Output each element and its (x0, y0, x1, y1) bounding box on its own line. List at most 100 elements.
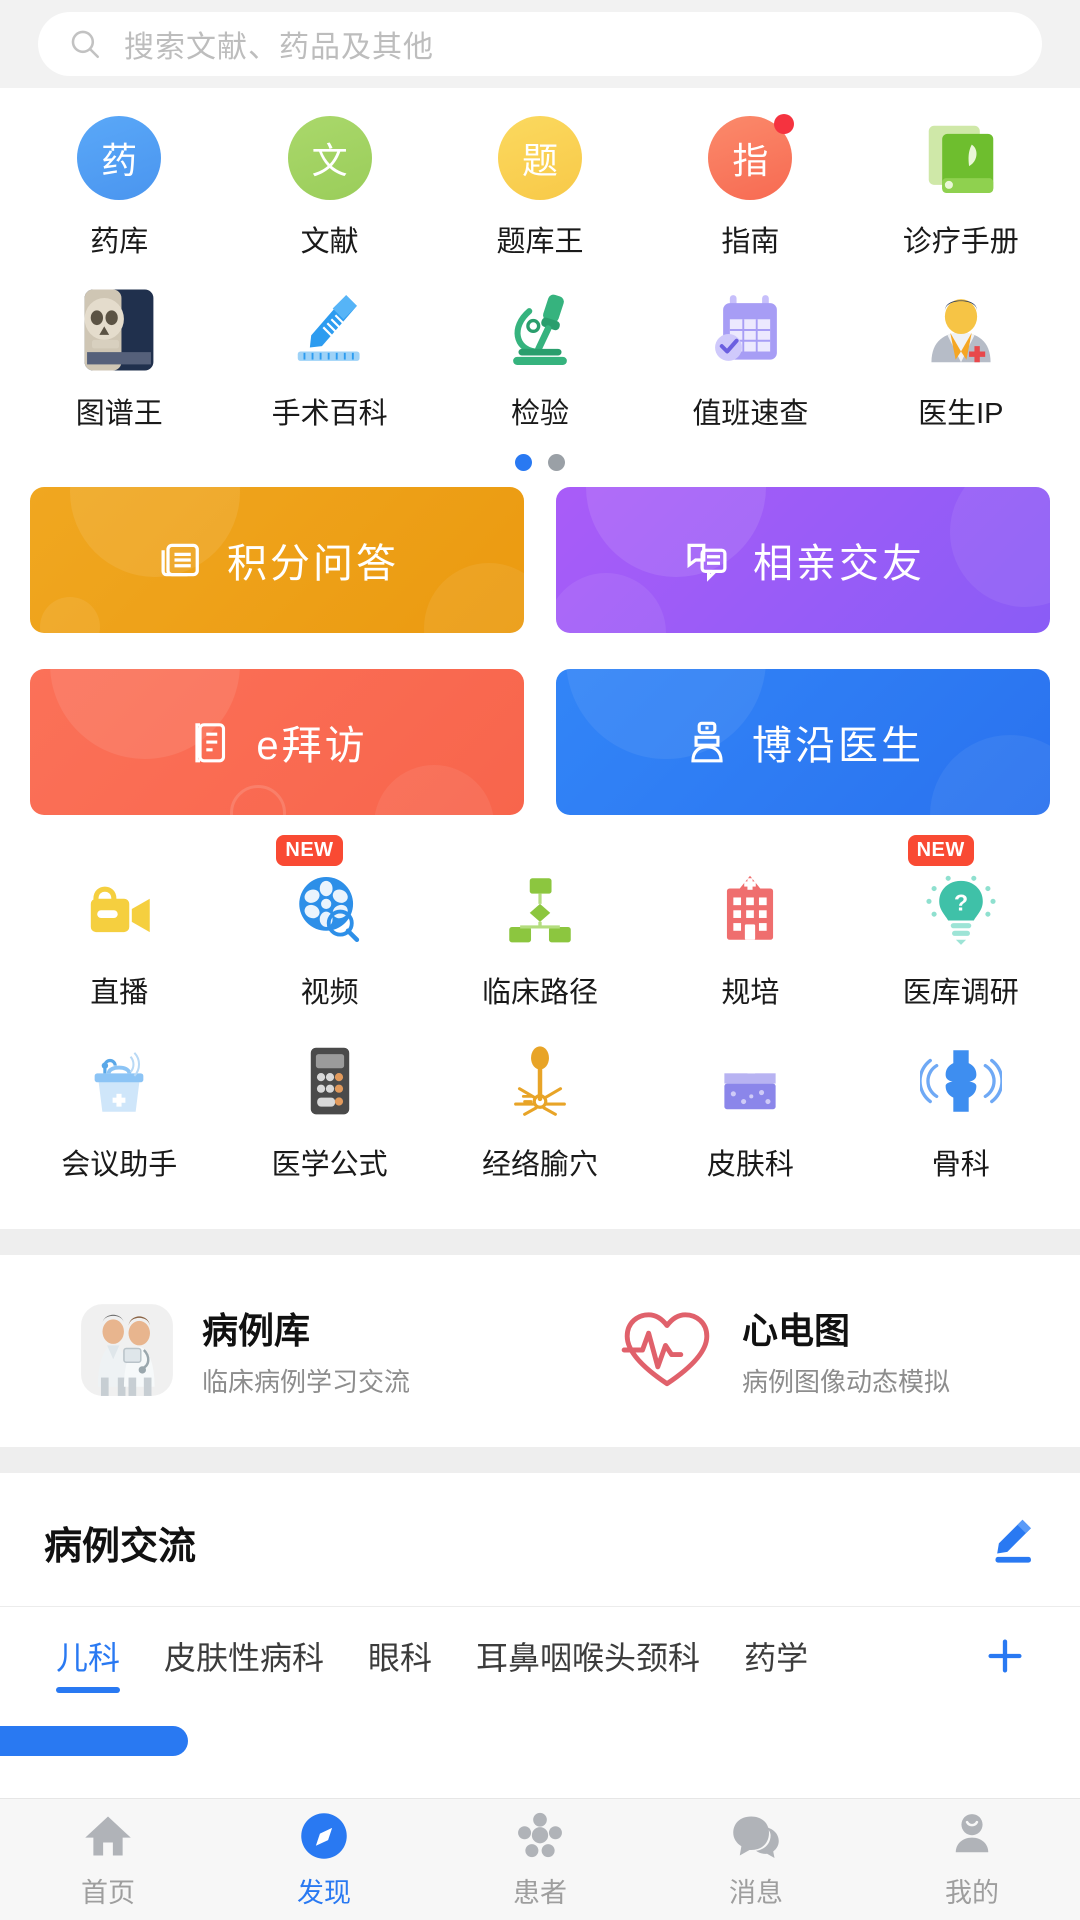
feature-case-library[interactable]: 病例库 临床病例学习交流 (0, 1301, 540, 1399)
nav-item-label: 患者 (513, 1878, 567, 1908)
quick-item-manual[interactable]: 诊疗手册 (856, 88, 1066, 260)
section-divider-1 (0, 1229, 1080, 1255)
department-tabs: 儿科 皮肤性病科 眼科 耳鼻咽喉头颈科 药学 (0, 1606, 1080, 1693)
evisit-icon (186, 717, 236, 767)
literature-circle-icon: 文 (284, 112, 376, 204)
tool-item-orthopedics[interactable]: 骨科 (856, 1011, 1066, 1183)
tool-item-formula[interactable]: 医学公式 (224, 1011, 434, 1183)
quick-grid-row-2: 图谱王 手术百科 检验 值班速查 医生IP (0, 260, 1080, 432)
icon-glyph: 文 (311, 140, 348, 181)
grid-bottom-gap (0, 1183, 1080, 1229)
quick-item-label: 题库王 (496, 226, 584, 258)
skin-layer-icon (704, 1035, 796, 1127)
quick-item-drug-library[interactable]: 药 药库 (14, 88, 224, 260)
tool-item-live[interactable]: 直播 (14, 839, 224, 1011)
banner-grid: 积分问答 相亲交友 e拜访 博沿医生 (0, 487, 1080, 815)
quick-item-label: 值班速查 (692, 398, 809, 430)
nav-item-discover[interactable]: 发现 (216, 1809, 432, 1910)
quick-item-doctor-ip[interactable]: 医生IP (856, 260, 1066, 432)
tool-item-meeting-assistant[interactable]: 会议助手 (14, 1011, 224, 1183)
feature-subtitle: 临床病例学习交流 (202, 1366, 411, 1397)
points-qa-icon (155, 534, 207, 586)
search-input[interactable]: 搜索文献、药品及其他 (38, 12, 1042, 76)
banner-evisit[interactable]: e拜访 (30, 669, 524, 815)
quick-item-duty-lookup[interactable]: 值班速查 (645, 260, 855, 432)
quick-item-label: 医生IP (918, 398, 1004, 430)
tool-item-label: 骨科 (931, 1149, 990, 1181)
banner-points-qa[interactable]: 积分问答 (30, 487, 524, 633)
banner-boyan-doctor[interactable]: 博沿医生 (556, 669, 1050, 815)
quick-item-literature[interactable]: 文 文献 (224, 88, 434, 260)
boyan-doctor-icon (682, 717, 732, 767)
bottom-navigation: 首页 发现 患者 消息 我的 (0, 1798, 1080, 1920)
acupuncture-icon (494, 1035, 586, 1127)
tab-pediatrics[interactable]: 儿科 (34, 1633, 142, 1693)
nav-item-home[interactable]: 首页 (0, 1809, 216, 1910)
duty-calendar-icon (704, 284, 796, 376)
home-icon (82, 1809, 134, 1863)
search-placeholder: 搜索文献、药品及其他 (124, 31, 434, 64)
tab-ophthalmology[interactable]: 眼科 (346, 1633, 454, 1679)
tools-grid-row-1: 直播 NEW 视频 临床路径 规培 ? NEW 医库调研 (0, 815, 1080, 1011)
compass-icon (298, 1809, 350, 1863)
quick-item-label: 药库 (90, 226, 149, 258)
tab-label: 眼科 (368, 1640, 433, 1676)
svg-text:?: ? (954, 889, 968, 915)
quick-item-guideline[interactable]: 指 指南 (645, 88, 855, 260)
doctor-portrait-icon (915, 284, 1007, 376)
quick-item-surgery[interactable]: 手术百科 (224, 260, 434, 432)
banner-matchmaking[interactable]: 相亲交友 (556, 487, 1050, 633)
pencil-edit-icon[interactable] (982, 1513, 1036, 1572)
app-screen: 搜索文献、药品及其他 药 药库 文 文献 题 题库王 指 指南 诊疗手册 图谱王… (0, 0, 1080, 1920)
banner-label: 博沿医生 (752, 724, 924, 768)
notification-dot-badge (774, 114, 795, 134)
feature-ecg[interactable]: 心电图 病例图像动态模拟 (540, 1301, 1080, 1399)
tool-item-training[interactable]: 规培 (645, 839, 855, 1011)
live-camera-icon (73, 863, 165, 955)
icon-glyph: 药 (101, 140, 138, 181)
tool-item-label: 皮肤科 (706, 1149, 794, 1181)
bone-joint-icon (915, 1035, 1007, 1127)
case-exchange-header: 病例交流 (0, 1473, 1080, 1606)
microscope-icon (494, 284, 586, 376)
tools-grid-row-2: 会议助手 医学公式 经络腧穴 皮肤科 骨科 (0, 1011, 1080, 1183)
tool-item-survey[interactable]: ? NEW 医库调研 (856, 835, 1066, 1011)
tool-item-label: 临床路径 (481, 977, 598, 1009)
quick-item-lab-test[interactable]: 检验 (435, 260, 645, 432)
carousel-dot-1[interactable] (515, 454, 532, 471)
tool-item-meridian[interactable]: 经络腧穴 (435, 1011, 645, 1183)
tab-ent-head-neck[interactable]: 耳鼻咽喉头颈科 (454, 1633, 722, 1679)
tab-dermatology-std[interactable]: 皮肤性病科 (142, 1633, 346, 1679)
nav-item-label: 消息 (729, 1878, 783, 1908)
quick-item-label: 图谱王 (75, 398, 163, 430)
carousel-indicator[interactable] (0, 432, 1080, 487)
feature-text: 心电图 病例图像动态模拟 (742, 1302, 950, 1399)
tool-item-dermatology[interactable]: 皮肤科 (645, 1011, 855, 1183)
nav-item-label: 首页 (81, 1878, 135, 1908)
tab-label: 耳鼻咽喉头颈科 (476, 1640, 701, 1676)
quick-item-label: 诊疗手册 (902, 226, 1019, 258)
green-book-icon (915, 112, 1007, 204)
tool-item-video[interactable]: NEW 视频 (224, 835, 434, 1011)
nav-item-profile[interactable]: 我的 (864, 1809, 1080, 1910)
new-badge: NEW (276, 835, 343, 866)
tab-pharmacy[interactable]: 药学 (722, 1633, 830, 1679)
nav-item-label: 我的 (945, 1878, 999, 1908)
new-badge: NEW (907, 835, 974, 866)
add-department-button[interactable] (960, 1633, 1046, 1684)
profile-icon (946, 1809, 998, 1863)
carousel-dot-2[interactable] (548, 454, 565, 471)
tool-item-clinical-path[interactable]: 临床路径 (435, 839, 645, 1011)
tab-label: 药学 (744, 1640, 809, 1676)
quick-item-question-bank[interactable]: 题 题库王 (435, 88, 645, 260)
quick-item-atlas[interactable]: 图谱王 (14, 260, 224, 432)
plus-icon (982, 1639, 1028, 1683)
nav-item-patients[interactable]: 患者 (432, 1809, 648, 1910)
film-reel-icon (284, 863, 376, 955)
two-doctors-icon (78, 1301, 176, 1399)
matchmaking-icon (681, 534, 733, 586)
heart-ecg-icon (618, 1301, 716, 1399)
nav-item-messages[interactable]: 消息 (648, 1809, 864, 1910)
section-divider-2 (0, 1447, 1080, 1473)
tab-underline (56, 1687, 121, 1693)
